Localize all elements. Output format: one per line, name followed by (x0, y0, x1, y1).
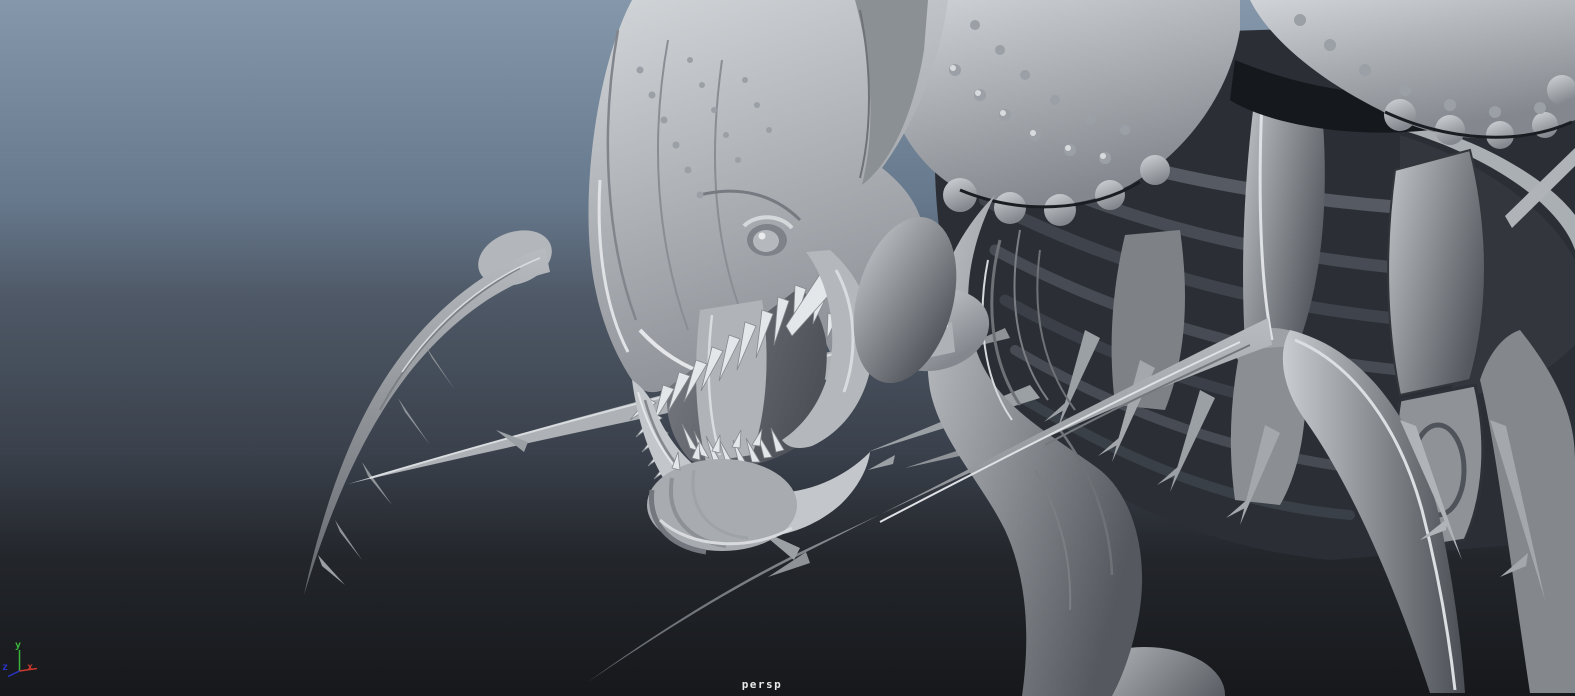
viewport-canvas[interactable]: y x z persp (0, 0, 1575, 696)
camera-name-label: persp (742, 678, 783, 691)
y-axis-label: y (15, 640, 21, 651)
x-axis-label: x (27, 662, 33, 673)
3d-viewport[interactable]: y x z persp (0, 0, 1575, 696)
z-axis-label: z (2, 662, 8, 673)
